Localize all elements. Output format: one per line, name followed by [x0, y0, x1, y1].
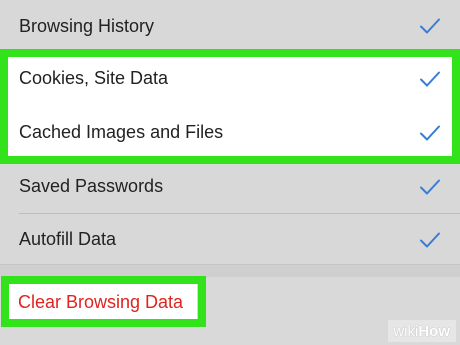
option-browsing-history[interactable]: Browsing History	[0, 0, 460, 52]
option-label: Saved Passwords	[19, 176, 164, 196]
clear-browsing-data-button[interactable]: Clear Browsing Data	[7, 281, 197, 323]
option-label: Browsing History	[19, 15, 155, 36]
clear-button-label: Clear Browsing Data	[18, 291, 184, 312]
section-gap	[0, 265, 460, 277]
checkmark-icon	[420, 232, 440, 247]
wikihow-watermark: wiki How	[388, 320, 456, 342]
option-cookies-site-data[interactable]: Cookies, Site Data	[0, 52, 460, 105]
watermark-prefix: wiki	[393, 322, 419, 340]
option-saved-passwords[interactable]: Saved Passwords	[0, 160, 460, 213]
checkmark-icon	[420, 125, 440, 140]
option-label: Autofill Data	[19, 229, 117, 249]
checkmark-icon	[420, 179, 440, 194]
checkmark-icon	[420, 18, 440, 34]
option-label: Cookies, Site Data	[19, 68, 169, 88]
option-autofill-data[interactable]: Autofill Data	[0, 213, 460, 266]
option-label: Cached Images and Files	[19, 122, 224, 142]
clear-data-screen: Browsing History Cookies, Site Data Cach…	[0, 0, 460, 345]
checkmark-icon	[420, 71, 440, 86]
watermark-suffix: How	[418, 322, 450, 340]
option-cached-images-files[interactable]: Cached Images and Files	[0, 105, 460, 160]
